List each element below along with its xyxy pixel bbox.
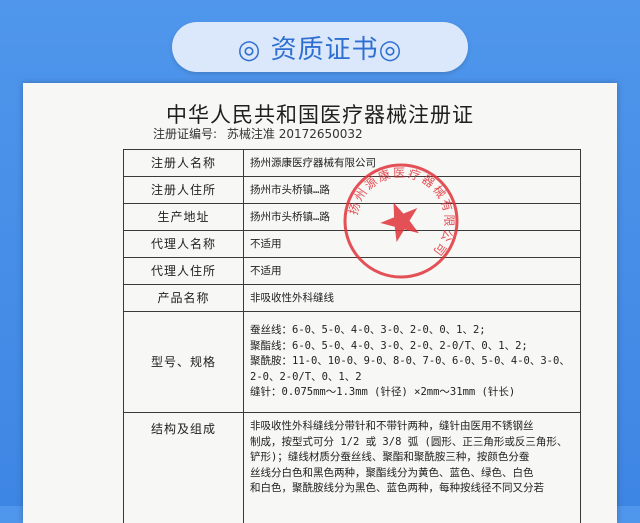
spec-line: 2-0、2-0/T、0、1、2 xyxy=(250,370,574,386)
banner-title: ◎ 资质证书◎ xyxy=(238,29,403,66)
structure-value: 非吸收性外科缝线分带针和不带针两种，缝针由医用不锈钢丝 制成，按型式可分 1/2… xyxy=(244,413,581,523)
stamp-star-icon xyxy=(375,195,426,245)
structure-line: 铲形)；缝线材质分蚕丝线、聚酯和聚酰胺三种，按颜色分蚕 xyxy=(250,450,574,466)
spec-line: 聚酯线：6-0、5-0、4-0、3-0、2-0、2-0/T、0、1、2; xyxy=(250,339,574,355)
certificate-document: 中华人民共和国医疗器械注册证 注册证编号: 苏械注准 20172650032 注… xyxy=(23,83,617,523)
table-row: 产品名称 非吸收性外科缝线 xyxy=(124,285,581,312)
row-label: 注册人名称 xyxy=(124,150,244,177)
registration-number-value: 苏械注准 20172650032 xyxy=(227,127,363,141)
section-banner: ◎ 资质证书◎ xyxy=(172,22,468,72)
row-label: 注册人住所 xyxy=(124,177,244,204)
spec-line: 蚕丝线：6-0、5-0、4-0、3-0、2-0、0、1、2; xyxy=(250,323,574,339)
row-label: 生产地址 xyxy=(124,204,244,231)
structure-line: 制成，按型式可分 1/2 或 3/8 弧 (圆形、正三角形或反三角形、 xyxy=(250,435,574,451)
structure-line: 和白色，聚酰胺线分为黑色、蓝色两种，每种按线径不同又分若 xyxy=(250,481,574,497)
row-label: 代理人住所 xyxy=(124,258,244,285)
row-label: 产品名称 xyxy=(124,285,244,312)
table-row: 注册人名称 扬州源康医疗器械有限公司 xyxy=(124,150,581,177)
structure-line: 非吸收性外科缝线分带针和不带针两种，缝针由医用不锈钢丝 xyxy=(250,419,574,435)
table-row: 型号、规格 蚕丝线：6-0、5-0、4-0、3-0、2-0、0、1、2; 聚酯线… xyxy=(124,312,581,413)
registration-number: 注册证编号: 苏械注准 20172650032 xyxy=(153,125,363,142)
row-value: 非吸收性外科缝线 xyxy=(244,285,581,312)
spec-label: 型号、规格 xyxy=(124,312,244,413)
spec-value: 蚕丝线：6-0、5-0、4-0、3-0、2-0、0、1、2; 聚酯线：6-0、5… xyxy=(244,312,581,413)
row-label: 代理人名称 xyxy=(124,231,244,258)
structure-label: 结构及组成 xyxy=(124,413,244,523)
structure-line: 丝线分白色和黑色两种，聚酯线分为黄色、蓝色、绿色、白色 xyxy=(250,466,574,482)
spec-line: 聚酰胺：11-0、10-0、9-0、8-0、7-0、6-0、5-0、4-0、3-… xyxy=(250,354,574,370)
registration-number-label: 注册证编号: xyxy=(153,127,217,141)
spec-line: 缝针：0.075mm～1.3mm (针径) ×2mm～31mm (针长) xyxy=(250,385,574,401)
table-row: 结构及组成 非吸收性外科缝线分带针和不带针两种，缝针由医用不锈钢丝 制成，按型式… xyxy=(124,413,581,523)
